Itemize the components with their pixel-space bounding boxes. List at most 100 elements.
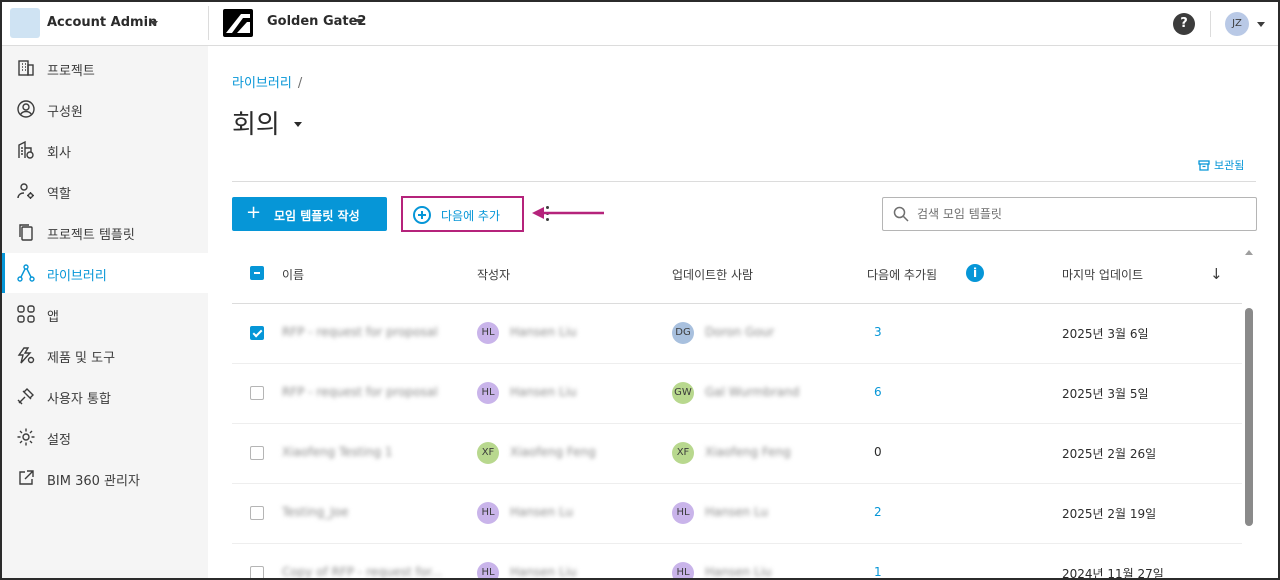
added-to-count-link[interactable]: 6 [874,385,882,399]
breadcrumb-library-link[interactable]: 라이브러리 [232,76,292,91]
updater-name: Hansen Liu [705,565,772,579]
template-name[interactable]: RFP - request for proposal [282,385,438,399]
sidebar-item-label: 설정 [47,433,71,448]
project-logo [223,9,253,37]
templates-table: 이름 작성자 업데이트한 사람 다음에 추가됨 i 마지막 업데이트 ↓ RFP… [232,242,1242,579]
column-header-name[interactable]: 이름 [282,266,304,283]
gear-icon [17,428,35,446]
avatar: DG [672,322,694,344]
divider [1210,11,1211,37]
sidebar-item-bim360-admin[interactable]: BIM 360 관리자 [2,458,208,498]
updater-name: Doron Gour [705,325,775,339]
table-row[interactable]: RFP - request for proposal HL Hansen Liu… [232,304,1242,364]
added-to-count-link[interactable]: 3 [874,325,882,339]
avatar: HL [672,562,694,578]
add-circle-icon [413,206,431,224]
archive-icon [1198,160,1210,171]
avatar: XF [672,442,694,464]
project-dropdown-icon[interactable] [355,19,363,24]
column-header-updated-by[interactable]: 업데이트한 사람 [672,266,753,283]
integration-icon [17,388,34,405]
row-checkbox[interactable] [250,506,264,520]
scrollbar-thumb[interactable] [1245,308,1253,526]
info-icon[interactable]: i [966,264,984,282]
user-menu-dropdown-icon[interactable] [1257,22,1265,27]
sidebar-item-project-templates[interactable]: 프로젝트 템플릿 [2,212,208,252]
added-to-count-link[interactable]: 2 [874,505,882,519]
tools-icon [17,347,35,364]
help-icon[interactable]: ? [1173,13,1195,35]
avatar: GW [672,382,694,404]
search-box[interactable] [882,197,1257,231]
added-to-count: 0 [874,445,882,459]
row-checkbox[interactable] [250,386,264,400]
table-row[interactable]: Copy of RFP - request for... HL Hansen L… [232,544,1242,579]
account-dropdown-icon[interactable] [150,21,158,26]
updater-name: Hansen Lu [705,505,769,519]
search-input[interactable] [917,204,1247,224]
added-to-count-link[interactable]: 1 [874,565,882,578]
company-icon [18,140,34,159]
author-name: Xiaofeng Feng [510,445,596,459]
row-checkbox[interactable] [250,566,264,578]
author-name: Hansen Lu [510,505,574,519]
template-name[interactable]: Xiaofeng Testing 1 [282,445,393,459]
top-bar: Account Admin Golden Gate2 ? JZ [2,2,1278,46]
sidebar-item-projects[interactable]: 프로젝트 [2,48,208,88]
sidebar-item-members[interactable]: 구성원 [2,89,208,129]
select-all-checkbox[interactable] [250,266,264,280]
sidebar-item-label: 프로젝트 템플릿 [47,228,135,243]
page-title[interactable]: 회의 [232,104,280,141]
sidebar-item-label: 라이브러리 [47,269,107,284]
last-updated-date: 2025년 2월 26일 [1062,447,1157,461]
sidebar-item-label: 앱 [47,310,59,325]
sidebar-item-label: 회사 [47,146,71,161]
template-name[interactable]: Testing_Joe [282,505,348,519]
scroll-up-icon[interactable] [1245,250,1253,255]
add-to-button[interactable]: 다음에 추가 [401,196,524,232]
column-header-author[interactable]: 작성자 [477,266,510,283]
last-updated-date: 2025년 3월 5일 [1062,387,1149,401]
app-window: Account Admin Golden Gate2 ? JZ 프로젝트 구성원… [0,0,1280,580]
add-to-button-label: 다음에 추가 [441,209,501,223]
author-name: Hansen Liu [510,385,577,399]
table-row[interactable]: Xiaofeng Testing 1 XF Xiaofeng Feng XF X… [232,424,1242,484]
column-header-last-updated[interactable]: 마지막 업데이트 [1062,266,1143,283]
title-dropdown-icon[interactable] [294,122,302,127]
table-row[interactable]: RFP - request for proposal HL Hansen Liu… [232,364,1242,424]
row-checkbox[interactable] [250,446,264,460]
sidebar-item-label: 사용자 통합 [47,392,111,407]
sidebar-item-label: 구성원 [47,105,83,120]
archived-link[interactable]: 보관됨 [1198,157,1244,173]
sidebar-item-products-tools[interactable]: 제품 및 도구 [2,335,208,375]
sidebar-item-library[interactable]: 라이브러리 [2,253,208,293]
author-name: Hansen Liu [510,325,577,339]
sidebar-item-label: 역할 [47,187,71,202]
account-logo[interactable] [10,8,40,38]
sidebar-item-apps[interactable]: 앱 [2,294,208,334]
table-header: 이름 작성자 업데이트한 사람 다음에 추가됨 i 마지막 업데이트 ↓ [232,242,1242,304]
sidebar-item-integrations[interactable]: 사용자 통합 [2,376,208,416]
sidebar-item-settings[interactable]: 설정 [2,417,208,457]
last-updated-date: 2025년 2월 19일 [1062,507,1157,521]
account-name[interactable]: Account Admin [47,15,157,30]
project-name[interactable]: Golden Gate2 [267,14,366,29]
vertical-scrollbar[interactable] [1242,246,1256,578]
create-meeting-template-button[interactable]: + 모임 템플릿 작성 [232,197,387,231]
column-header-added-to[interactable]: 다음에 추가됨 [867,266,937,283]
avatar: HL [672,502,694,524]
user-avatar[interactable]: JZ [1225,12,1249,36]
sidebar-item-roles[interactable]: 역할 [2,171,208,211]
sort-descending-icon[interactable]: ↓ [1210,265,1223,283]
sidebar-item-companies[interactable]: 회사 [2,130,208,170]
avatar: XF [477,442,499,464]
updater-name: Xiaofeng Feng [705,445,791,459]
table-row[interactable]: Testing_Joe HL Hansen Lu HL Hansen Lu 2 … [232,484,1242,544]
building-icon [18,60,34,76]
library-icon [17,264,35,282]
row-checkbox[interactable] [250,326,264,340]
template-name[interactable]: Copy of RFP - request for... [282,565,442,578]
search-icon [893,206,909,222]
template-name[interactable]: RFP - request for proposal [282,325,438,339]
avatar: HL [477,322,499,344]
